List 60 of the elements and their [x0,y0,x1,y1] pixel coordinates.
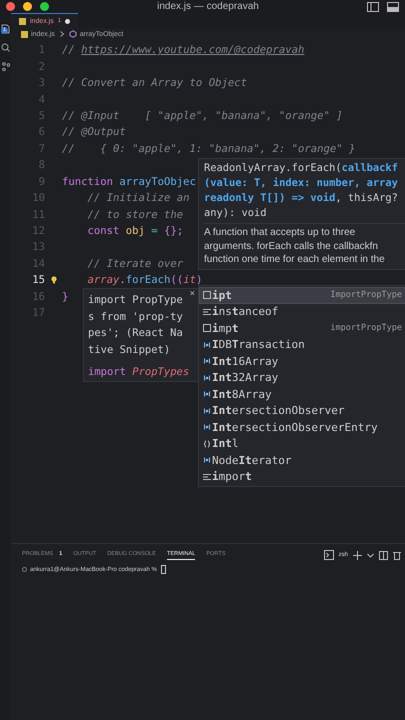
minimize-window-button[interactable] [23,2,32,11]
code-line: // @Output [62,126,126,138]
lightbulb-icon[interactable] [50,276,56,284]
suggestion-item[interactable]: Intl [199,436,405,452]
suggestion-item[interactable]: Int8Array [199,386,405,402]
line-number: 15 [31,274,45,286]
close-icon[interactable]: × [190,289,195,299]
chevron-down-icon[interactable] [367,552,374,558]
snippet-icon [203,291,211,300]
suggestion-item[interactable]: Int32Array [199,370,405,386]
suggestion-item[interactable]: instanceof [199,304,405,320]
code-line: function arrayToObjec [62,176,196,188]
files-icon[interactable] [1,24,10,34]
split-icon[interactable] [379,550,388,560]
close-window-button[interactable] [6,2,15,11]
layout-icon[interactable] [387,2,399,12]
variable-icon [203,357,211,366]
signature-text: ReadonlyArray.forEach(callbackf (value: T, index: number, array readonly T[]) => void, thisArg? any): void [204,161,399,221]
suggestion-item[interactable]: impt importPropType [199,320,405,336]
code-line: // https://www.youtube.com/@codepravah [62,44,304,56]
suggestion-item[interactable]: NodeIterator [199,452,405,468]
layout-icon[interactable] [367,2,379,12]
suggestion-item[interactable]: ipt ImportPropType [199,287,405,304]
keyword-icon [203,472,211,481]
terminal-cursor [161,565,166,574]
braces-icon [203,440,211,448]
window-title: index.js — codepravah [156,1,260,12]
snippet-icon [203,324,211,332]
terminal-icon [324,550,334,560]
snippet-code: import PropTypes [88,366,190,378]
suggestion-item[interactable]: import [199,468,405,485]
code-line: // @Input [ "apple", "banana", "orange" ] [62,110,343,122]
code-line: // Convert an Array to Object [62,77,247,90]
code-line: // Initialize an [86,192,190,204]
code-line: array.forEach((it) [86,274,202,286]
code-line: // Iterate over [86,258,184,270]
suggestion-item[interactable]: IntersectionObserverEntry [199,419,405,436]
chevron-icon [58,30,66,38]
variable-icon [203,406,211,415]
suggestion-item[interactable]: Int16Array [199,353,405,370]
variable-icon [203,390,211,398]
variable-icon [203,456,211,464]
documentation-text: A function that accepts up to three arguments. forEach calls the callbackfn function one time for each element in the [204,223,405,266]
code-line: // to store the [86,208,184,221]
code-line: const obj = {}; [86,225,184,238]
code-line: } [62,290,68,303]
method-icon [68,30,77,38]
trash-icon[interactable] [393,550,401,560]
search-icon[interactable] [1,43,10,52]
suggestion-item[interactable]: IDBTransaction [199,336,405,353]
plus-icon[interactable] [353,550,362,560]
variable-icon [203,340,211,349]
variable-icon [203,374,211,382]
zoom-window-button[interactable] [40,2,49,11]
keyword-icon [203,308,211,316]
code-line: // { 0: "apple", 1: "banana", 2: "orange" } [62,142,356,155]
variable-icon [203,423,211,432]
suggestion-item[interactable]: IntersectionObserver [199,402,405,419]
prompt-dot-icon [22,567,27,572]
snippet-description: import PropTypes from 'prop-types'; (React Native Snippet) [88,293,183,358]
